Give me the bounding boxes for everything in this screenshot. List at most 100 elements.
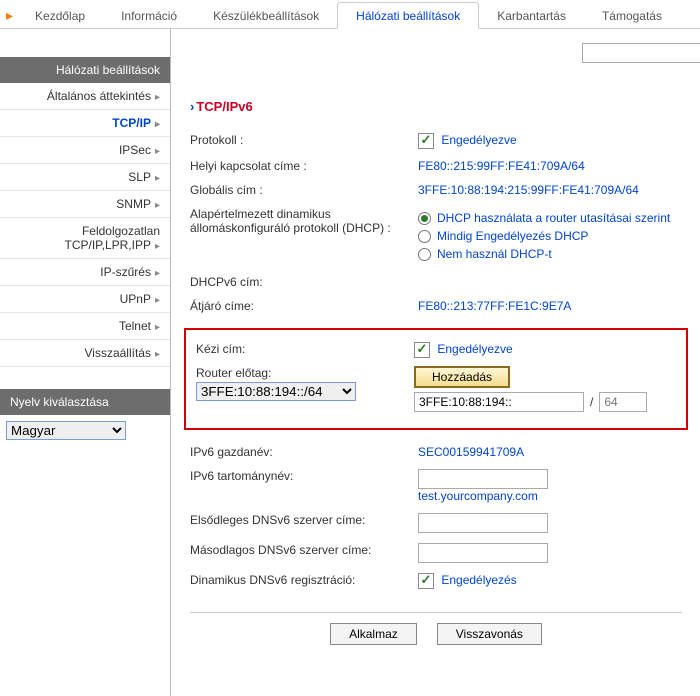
chevron-right-icon: ▸ (155, 200, 160, 211)
sidebar-item-snmp[interactable]: SNMP ▸ (0, 191, 170, 218)
section-title: TCP/IPv6 (196, 99, 252, 114)
content: ›TCP/IPv6 Protokoll : ✓ Engedélyezve Hel… (171, 29, 700, 696)
row-domain: IPv6 tartománynév: test.yourcompany.com (190, 464, 682, 508)
label-router-prefix: Router előtag: 3FFE:10:88:194::/64 (196, 366, 414, 401)
sidebar-item-reset[interactable]: Visszaállítás ▸ (0, 340, 170, 367)
row-hostname: IPv6 gazdanév: SEC00159941709A (190, 440, 682, 464)
dns2-input[interactable] (418, 543, 548, 563)
sidebar-group-title: Hálózati beállítások (0, 57, 170, 83)
sidebar-item-telnet[interactable]: Telnet ▸ (0, 313, 170, 340)
label-hostname: IPv6 gazdanév: (190, 445, 418, 459)
sidebar-item-slp[interactable]: SLP▸ (0, 164, 170, 191)
cancel-button[interactable]: Visszavonás (437, 623, 542, 645)
radio-icon (418, 230, 431, 243)
dhcp-radio-group: DHCP használata a router utasításai szer… (418, 207, 682, 265)
radio-icon (418, 248, 431, 261)
label-gateway: Átjáró címe: (190, 299, 418, 313)
chevron-right-icon: ▸ (155, 92, 160, 103)
add-button[interactable]: Hozzáadás (414, 366, 510, 388)
sidebar-item-ipsec[interactable]: IPSec ▸ (0, 137, 170, 164)
language-select[interactable]: Magyar (6, 421, 126, 440)
sidebar-item-overview[interactable]: Általános áttekintés ▸ (0, 83, 170, 110)
tab-maintenance[interactable]: Karbantartás (479, 3, 584, 28)
sidebar-item-rawtcp[interactable]: Feldolgozatlan TCP/IP,LPR,IPP▸ (0, 218, 170, 259)
row-router-prefix: Router előtag: 3FFE:10:88:194::/64 Hozzá… (196, 362, 676, 416)
router-prefix-select[interactable]: 3FFE:10:88:194::/64 (196, 382, 356, 401)
sidebar-item-label: SNMP (116, 197, 151, 211)
value-local-addr: FE80::215:99FF:FE41:709A/64 (418, 159, 682, 173)
row-gateway: Átjáró címe: FE80::213:77FF:FE1C:9E7A (190, 294, 682, 318)
sidebar-item-label: Telnet (119, 319, 151, 333)
sidebar-item-label: IPSec (119, 143, 151, 157)
apply-button[interactable]: Alkalmaz (330, 623, 417, 645)
sidebar-item-label: TCP/IP (112, 116, 151, 130)
manual-address-box: Kézi cím: ✓ Engedélyezve Router előtag: … (184, 328, 688, 430)
sidebar-item-label: IP-szűrés (100, 265, 151, 279)
label-router-prefix-text: Router előtag: (196, 366, 406, 380)
chevron-right-icon: ▸ (155, 322, 160, 333)
radio-dhcp-router[interactable]: DHCP használata a router utasításai szer… (418, 211, 682, 225)
radio-dhcp-none[interactable]: Nem használ DHCP-t (418, 247, 682, 261)
value-dns1 (418, 513, 682, 533)
sidebar-item-tcpip[interactable]: TCP/IP ▸ (0, 110, 170, 137)
domain-input[interactable] (418, 469, 548, 489)
value-global-addr: 3FFE:10:88:194:215:99FF:FE41:709A/64 (418, 183, 682, 197)
sidebar-item-label: Általános áttekintés (47, 89, 151, 103)
row-protocol: Protokoll : ✓ Engedélyezve (190, 128, 682, 154)
row-local-addr: Helyi kapcsolat címe : FE80::215:99FF:FE… (190, 154, 682, 178)
sidebar-item-ipfilter[interactable]: IP-szűrés ▸ (0, 259, 170, 286)
section-header: ›TCP/IPv6 (190, 99, 682, 114)
sidebar-item-upnp[interactable]: UPnP ▸ (0, 286, 170, 313)
slash-separator: / (590, 395, 593, 409)
label-domain: IPv6 tartománynév: (190, 469, 418, 483)
tab-network-settings[interactable]: Hálózati beállítások (337, 2, 479, 29)
chevron-right-icon: ▸ (155, 349, 160, 360)
label-global-addr: Globális cím : (190, 183, 418, 197)
arrow-icon: ▸ (6, 7, 13, 24)
value-domain: test.yourcompany.com (418, 469, 682, 503)
domain-link[interactable]: test.yourcompany.com (418, 489, 538, 503)
chevron-right-icon: ▸ (155, 241, 160, 252)
chevron-right-icon: ▸ (155, 295, 160, 306)
tab-support[interactable]: Támogatás (584, 3, 680, 28)
manual-address-input[interactable] (414, 392, 584, 412)
chevron-right-icon: ▸ (155, 146, 160, 157)
row-dyn-dns: Dinamikus DNSv6 regisztráció: ✓ Engedély… (190, 568, 682, 594)
row-dns2: Másodlagos DNSv6 szerver címe: (190, 538, 682, 568)
row-manual: Kézi cím: ✓ Engedélyezve (196, 338, 676, 362)
manual-prefix-input[interactable] (599, 392, 647, 412)
value-gateway: FE80::213:77FF:FE1C:9E7A (418, 299, 682, 313)
value-hostname: SEC00159941709A (418, 445, 682, 459)
radio-label: DHCP használata a router utasításai szer… (437, 211, 670, 225)
radio-label: Nem használ DHCP-t (437, 247, 552, 261)
radio-label: Mindig Engedélyezés DHCP (437, 229, 588, 243)
value-router-prefix: Hozzáadás / (414, 366, 676, 412)
value-dns2 (418, 543, 682, 563)
partial-top-input[interactable] (582, 43, 700, 63)
sidebar: Hálózati beállítások Általános áttekinté… (0, 29, 171, 696)
chevron-right-icon: ▸ (155, 268, 160, 279)
tab-info[interactable]: Információ (103, 3, 195, 28)
value-dyn-dns-text: Engedélyezés (441, 573, 516, 587)
sidebar-item-label: Visszaállítás (84, 346, 150, 360)
value-manual: ✓ Engedélyezve (414, 342, 676, 358)
row-global-addr: Globális cím : 3FFE:10:88:194:215:99FF:F… (190, 178, 682, 202)
dns1-input[interactable] (418, 513, 548, 533)
sidebar-item-label: UPnP (120, 292, 151, 306)
radio-selected-icon (418, 212, 431, 225)
footer-buttons: Alkalmaz Visszavonás (190, 612, 682, 645)
value-manual-text: Engedélyezve (437, 342, 512, 356)
label-dns2: Másodlagos DNSv6 szerver címe: (190, 543, 418, 557)
row-dhcpv6-addr: DHCPv6 cím: (190, 270, 682, 294)
checkbox-checked-icon[interactable]: ✓ (418, 573, 434, 589)
label-local-addr: Helyi kapcsolat címe : (190, 159, 418, 173)
chevron-right-icon: ▸ (155, 119, 160, 130)
label-dns1: Elsődleges DNSv6 szerver címe: (190, 513, 418, 527)
tab-device-settings[interactable]: Készülékbeállítások (195, 3, 337, 28)
tab-home[interactable]: Kezdőlap (17, 3, 103, 28)
radio-dhcp-always[interactable]: Mindig Engedélyezés DHCP (418, 229, 682, 243)
top-navigation: ▸ Kezdőlap Információ Készülékbeállításo… (0, 0, 700, 29)
label-manual: Kézi cím: (196, 342, 414, 356)
checkbox-checked-icon[interactable]: ✓ (414, 342, 430, 358)
checkbox-checked-icon[interactable]: ✓ (418, 133, 434, 149)
